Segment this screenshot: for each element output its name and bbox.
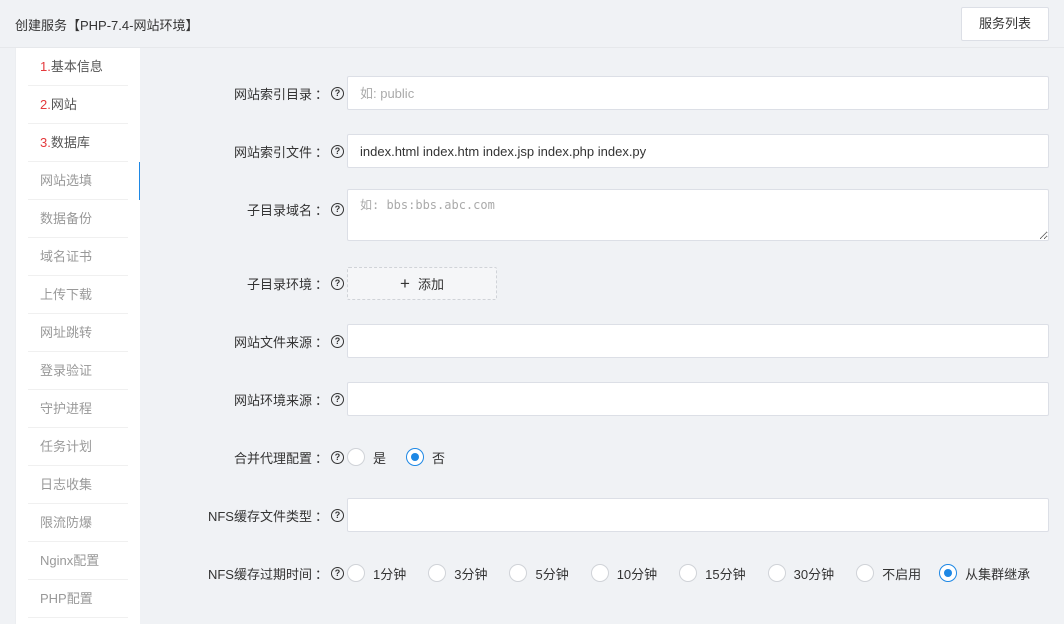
sidebar-item[interactable]: 限流防爆 — [16, 504, 140, 542]
radio-circle[interactable] — [679, 564, 698, 582]
divider — [28, 617, 128, 618]
sidebar-item[interactable]: 域名证书 — [16, 238, 140, 276]
radio-option[interactable]: 1分钟 — [347, 564, 406, 583]
step-number: 3. — [40, 135, 51, 150]
radio-option[interactable]: 15分钟 — [679, 564, 746, 583]
radio-label: 不启用 — [882, 566, 922, 582]
index-files-input[interactable] — [347, 134, 1049, 168]
sidebar-item-label: 基本信息 — [50, 59, 103, 74]
radio-label: 15分钟 — [705, 566, 746, 582]
sidebar-item-label: 守护进程 — [40, 401, 93, 416]
radio-option[interactable]: 3分钟 — [428, 564, 487, 583]
sidebar-item[interactable]: PHP配置 — [16, 580, 140, 618]
sidebar-item[interactable]: 上传下载 — [16, 276, 140, 314]
sidebar-item[interactable]: 守护进程 — [16, 390, 140, 428]
radio-label: 30分钟 — [793, 566, 835, 582]
radio-circle[interactable] — [428, 564, 447, 582]
top-bar: 创建服务【PHP-7.4-网站环境】 服务列表 — [0, 0, 1064, 48]
sidebar-item[interactable]: 数据备份 — [16, 200, 140, 238]
radio-option[interactable]: 是 — [347, 448, 386, 467]
radio-circle[interactable] — [767, 564, 786, 582]
radio-circle[interactable] — [939, 564, 958, 582]
step-number: 2. — [40, 97, 51, 112]
nfs-expire-label: NFS缓存过期时间：? — [208, 563, 344, 583]
help-icon[interactable]: ? — [331, 508, 344, 522]
sidebar-item-label: 上传下载 — [40, 287, 93, 302]
form-area: 网站索引目录：? 网站索引文件：? 子目录域名：? 子目录环境：? + 添加 网… — [140, 48, 1064, 624]
radio-circle[interactable] — [347, 564, 365, 582]
sidebar-item[interactable]: 登录验证 — [16, 352, 140, 390]
plus-icon: + — [400, 274, 410, 293]
nfs-expire-radios: 1分钟 3分钟 5分钟 10分钟 15分钟 30分钟 不启用 从集群继承 — [347, 563, 1030, 583]
sidebar-item-label: 数据备份 — [40, 211, 93, 226]
help-icon[interactable]: ? — [331, 276, 344, 290]
service-list-button[interactable]: 服务列表 — [961, 7, 1049, 41]
radio-label: 5分钟 — [535, 566, 569, 582]
index-dir-label: 网站索引目录：? — [234, 83, 344, 103]
sidebar-item[interactable]: 3.数据库 — [16, 124, 140, 162]
help-icon[interactable]: ? — [331, 202, 344, 216]
index-files-label: 网站索引文件：? — [234, 141, 344, 161]
merge-proxy-label: 合并代理配置：? — [234, 447, 344, 467]
sidebar-item-label: PHP配置 — [40, 591, 93, 606]
sidebar-item[interactable]: 任务计划 — [16, 428, 140, 466]
radio-label: 否 — [432, 450, 446, 466]
help-icon[interactable]: ? — [331, 392, 344, 406]
help-icon[interactable]: ? — [331, 334, 344, 348]
sidebar-item[interactable]: 1.基本信息 — [16, 48, 140, 86]
file-source-input[interactable] — [347, 324, 1049, 358]
radio-circle[interactable] — [406, 448, 425, 466]
radio-label: 1分钟 — [373, 566, 407, 582]
radio-label: 3分钟 — [454, 566, 488, 582]
sidebar-item-label: Nginx配置 — [40, 553, 100, 568]
sidebar-item[interactable]: 网址跳转 — [16, 314, 140, 352]
radio-circle[interactable] — [347, 448, 365, 466]
sidebar-item-label: 任务计划 — [40, 439, 93, 454]
env-source-label: 网站环境来源：? — [234, 389, 344, 409]
sidebar-item[interactable]: 日志收集 — [16, 466, 140, 504]
radio-option[interactable]: 从集群继承 — [939, 564, 1030, 583]
subdir-domain-textarea[interactable] — [347, 189, 1049, 241]
step-sidebar: 1.基本信息 2.网站 3.数据库 网站选填 数据备份 域名证书 上传下载 网址跳转 登录验证守… — [15, 48, 141, 624]
file-source-label: 网站文件来源：? — [234, 331, 344, 351]
help-icon[interactable]: ? — [331, 144, 344, 158]
sidebar-item[interactable]: 2.网站 — [16, 86, 140, 124]
sidebar-item[interactable]: 网站选填 — [16, 162, 141, 200]
sidebar-item[interactable]: Nginx配置 — [16, 542, 140, 580]
subdir-domain-label: 子目录域名：? — [247, 199, 344, 219]
env-source-input[interactable] — [347, 382, 1049, 416]
sidebar-item-label: 域名证书 — [40, 249, 93, 264]
sidebar-item-label: 日志收集 — [40, 477, 93, 492]
add-subdir-env-button[interactable]: + 添加 — [347, 267, 497, 300]
radio-option[interactable]: 否 — [406, 448, 445, 467]
radio-circle[interactable] — [856, 564, 875, 582]
radio-circle[interactable] — [509, 564, 528, 582]
radio-label: 从集群继承 — [965, 566, 1031, 582]
subdir-env-label: 子目录环境：? — [247, 273, 344, 293]
radio-circle[interactable] — [590, 564, 609, 582]
radio-option[interactable]: 5分钟 — [509, 564, 569, 583]
page-title: 创建服务【PHP-7.4-网站环境】 — [15, 18, 199, 33]
radio-label: 是 — [373, 450, 387, 466]
nfs-types-label: NFS缓存文件类型：? — [208, 505, 344, 525]
nfs-types-input[interactable] — [347, 498, 1049, 532]
help-icon[interactable]: ? — [331, 86, 344, 100]
step-number: 1. — [40, 59, 51, 74]
sidebar-item-label: 网站 — [50, 97, 77, 112]
sidebar-item-label: 数据库 — [50, 135, 90, 150]
radio-option[interactable]: 10分钟 — [590, 564, 658, 583]
sidebar-item-label: 网址跳转 — [40, 325, 93, 340]
radio-label: 10分钟 — [616, 566, 658, 582]
sidebar-item-label: 限流防爆 — [40, 515, 93, 530]
sidebar-item-label: 登录验证 — [40, 363, 93, 378]
help-icon[interactable]: ? — [331, 450, 344, 464]
merge-proxy-radios: 是否 — [347, 447, 445, 467]
radio-option[interactable]: 30分钟 — [767, 564, 835, 583]
radio-option[interactable]: 不启用 — [856, 564, 921, 583]
help-icon[interactable]: ? — [331, 566, 344, 580]
index-dir-input[interactable] — [347, 76, 1049, 110]
sidebar-item-label: 网站选填 — [40, 173, 93, 188]
